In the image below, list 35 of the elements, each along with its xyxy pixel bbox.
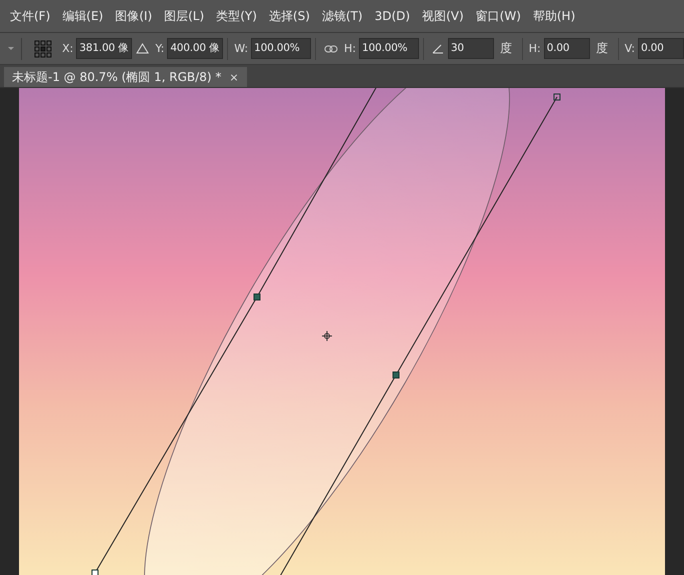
transform-bounding-box[interactable] bbox=[92, 88, 560, 575]
input-field[interactable]: 0.00 bbox=[638, 38, 684, 59]
menu-item[interactable]: 视图(V) bbox=[416, 8, 470, 24]
caret-icon[interactable] bbox=[6, 46, 15, 51]
menu-item[interactable]: 窗口(W) bbox=[470, 8, 527, 24]
menu-item[interactable]: 类型(Y) bbox=[210, 8, 263, 24]
field-label: H: bbox=[344, 42, 356, 55]
field-label: H: bbox=[528, 42, 541, 55]
menu-item[interactable]: 选择(S) bbox=[262, 8, 316, 24]
link-icon[interactable] bbox=[324, 44, 338, 52]
document-tab[interactable]: 未标题-1 @ 80.7% (椭圆 1, RGB/8) * × bbox=[4, 67, 247, 87]
menu-item[interactable]: 文件(F) bbox=[4, 8, 56, 24]
close-button[interactable]: × bbox=[229, 70, 239, 84]
field-label: Y: bbox=[155, 42, 164, 55]
menu-item[interactable]: 帮助(H) bbox=[526, 8, 582, 24]
reference-point-icon[interactable] bbox=[34, 40, 52, 58]
input-field[interactable]: 381.00 像 bbox=[76, 38, 132, 59]
input-field[interactable]: 100.00% bbox=[359, 38, 420, 59]
menu-item[interactable]: 编辑(E) bbox=[56, 8, 110, 24]
menu-item[interactable]: 图层(L) bbox=[158, 8, 210, 24]
unit-label: 度 bbox=[500, 40, 512, 57]
field-label: V: bbox=[624, 42, 635, 55]
unit-label: 度 bbox=[596, 40, 608, 57]
crosshair-icon bbox=[322, 330, 332, 342]
field-label: X: bbox=[62, 42, 74, 55]
triangle-icon bbox=[136, 43, 150, 54]
input-field[interactable]: 30 bbox=[448, 38, 494, 59]
field-label: W: bbox=[234, 42, 248, 55]
menu-item[interactable]: 3D(D) bbox=[368, 9, 416, 23]
input-field[interactable]: 400.00 像 bbox=[167, 38, 224, 59]
angle-icon bbox=[432, 44, 444, 54]
input-field[interactable]: 0.00 bbox=[544, 38, 590, 59]
input-field[interactable]: 100.00% bbox=[251, 38, 312, 59]
menu-item[interactable]: 滤镜(T) bbox=[316, 8, 369, 24]
menu-item[interactable]: 图像(I) bbox=[109, 8, 158, 24]
